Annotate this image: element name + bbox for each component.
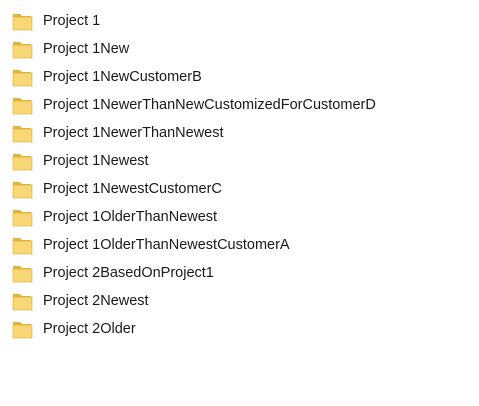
folder-item[interactable]: Project 1NewCustomerB (12, 63, 477, 91)
folder-icon (12, 13, 33, 30)
folder-name: Project 1NewerThanNewest (43, 125, 224, 141)
folder-icon (12, 265, 33, 282)
folder-item[interactable]: Project 1NewerThanNewCustomizedForCustom… (12, 91, 477, 119)
folder-item[interactable]: Project 2Newest (12, 287, 477, 315)
folder-name: Project 1NewerThanNewCustomizedForCustom… (43, 97, 376, 113)
folder-item[interactable]: Project 1New (12, 35, 477, 63)
folder-icon (12, 321, 33, 338)
folder-name: Project 1 (43, 13, 101, 29)
folder-item[interactable]: Project 1Newest (12, 147, 477, 175)
folder-icon (12, 97, 33, 114)
folder-icon (12, 293, 33, 310)
folder-item[interactable]: Project 1 (12, 7, 477, 35)
folder-name: Project 1NewestCustomerC (43, 181, 222, 197)
folder-name: Project 2Older (43, 321, 136, 337)
folder-item[interactable]: Project 1OlderThanNewestCustomerA (12, 231, 477, 259)
folder-icon (12, 69, 33, 86)
folder-icon (12, 41, 33, 58)
folder-name: Project 2Newest (43, 293, 149, 309)
folder-item[interactable]: Project 1NewerThanNewest (12, 119, 477, 147)
folder-icon (12, 237, 33, 254)
folder-icon (12, 125, 33, 142)
folder-item[interactable]: Project 2BasedOnProject1 (12, 259, 477, 287)
folder-item[interactable]: Project 2Older (12, 315, 477, 343)
folder-list: Project 1 Project 1New Project 1NewCusto… (12, 7, 477, 343)
folder-icon (12, 181, 33, 198)
folder-name: Project 1OlderThanNewestCustomerA (43, 237, 290, 253)
folder-icon (12, 209, 33, 226)
folder-name: Project 1NewCustomerB (43, 69, 202, 85)
folder-item[interactable]: Project 1OlderThanNewest (12, 203, 477, 231)
folder-icon (12, 153, 33, 170)
folder-item[interactable]: Project 1NewestCustomerC (12, 175, 477, 203)
folder-name: Project 1New (43, 41, 130, 57)
folder-name: Project 1Newest (43, 153, 149, 169)
folder-name: Project 2BasedOnProject1 (43, 265, 214, 281)
folder-name: Project 1OlderThanNewest (43, 209, 218, 225)
